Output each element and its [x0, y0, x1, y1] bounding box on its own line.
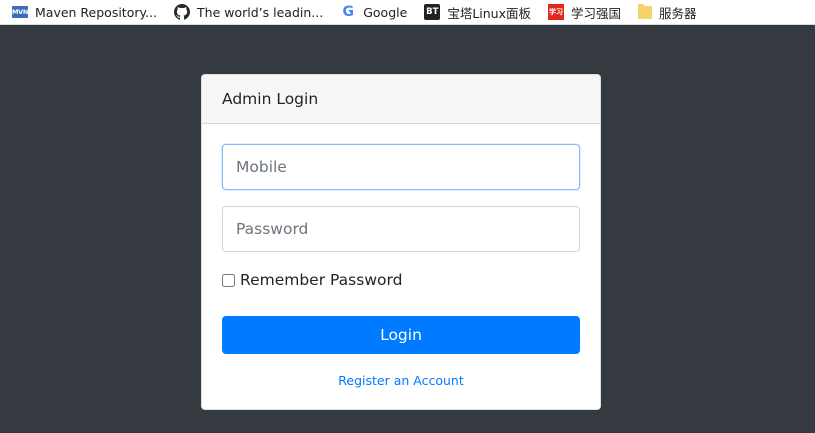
bookmark-label: 学习强国 — [571, 5, 622, 21]
bookmark-label: The world’s leadin... — [197, 4, 324, 20]
maven-icon: MVN — [11, 6, 29, 18]
bookmark-label: 宝塔Linux面板 — [447, 5, 531, 21]
bookmark-label: 服务器 — [659, 5, 697, 21]
login-card: Admin Login Remember Password Login Regi… — [201, 74, 601, 410]
folder-icon — [638, 3, 653, 19]
login-title: Admin Login — [222, 90, 319, 108]
bookmark-maven[interactable]: MVN Maven Repository... — [12, 5, 157, 20]
bookmark-google[interactable]: G Google — [340, 4, 407, 20]
register-link[interactable]: Register an Account — [202, 373, 600, 388]
bookmark-bt-panel[interactable]: BT 宝塔Linux面板 — [424, 3, 531, 22]
mobile-input[interactable] — [222, 144, 580, 190]
remember-label: Remember Password — [240, 271, 403, 289]
xuexi-icon: 学习 — [548, 4, 564, 20]
bookmark-label: Google — [363, 4, 408, 20]
bookmark-github[interactable]: The world’s leadin... — [174, 4, 323, 20]
remember-password[interactable]: Remember Password — [222, 271, 402, 289]
bookmarks-bar: MVN Maven Repository... The world’s lead… — [0, 0, 815, 25]
google-icon: G — [342, 4, 354, 20]
remember-checkbox[interactable] — [222, 273, 235, 287]
login-button[interactable]: Login — [222, 316, 580, 354]
card-header: Admin Login — [202, 75, 600, 124]
bookmark-label: Maven Repository... — [35, 4, 158, 20]
bt-panel-icon: BT — [424, 4, 441, 20]
password-input[interactable] — [222, 206, 580, 252]
bookmark-folder-server[interactable]: 服务器 — [638, 3, 697, 22]
bookmark-xuexi[interactable]: 学习 学习强国 — [548, 3, 621, 22]
github-icon — [174, 4, 191, 20]
